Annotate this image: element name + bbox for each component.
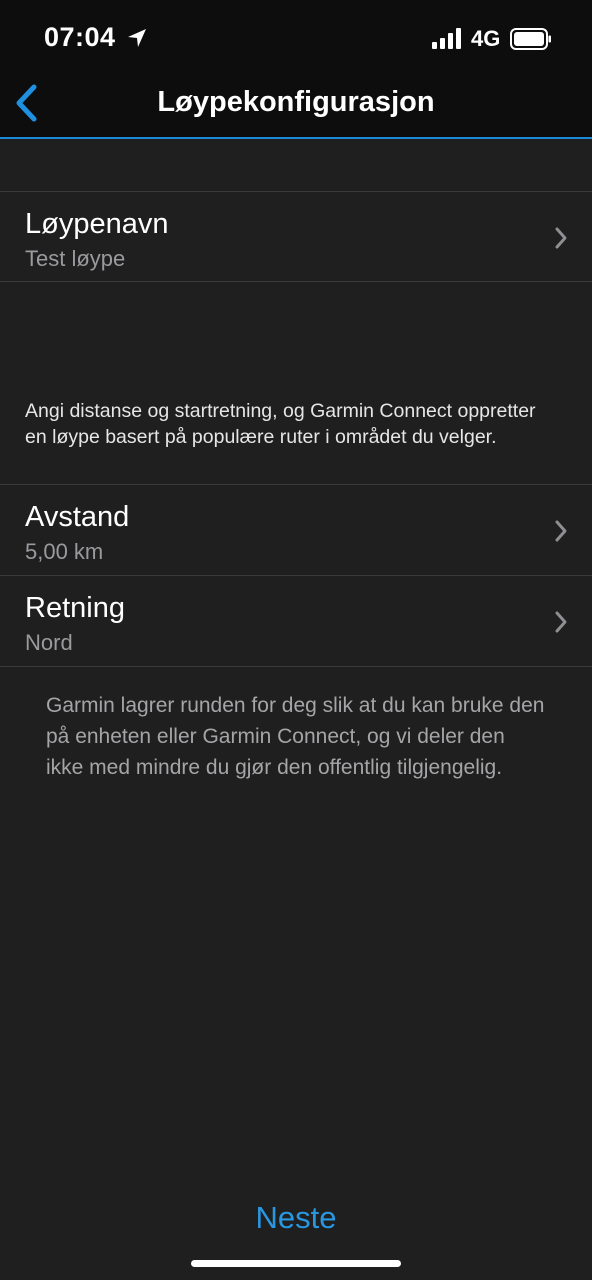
- chevron-right-icon: [555, 611, 567, 633]
- chevron-right-icon: [555, 227, 567, 249]
- location-arrow-icon: [128, 29, 146, 47]
- direction-value: Nord: [25, 630, 73, 655]
- divider: [0, 281, 592, 282]
- course-name-label: Løypenavn: [25, 208, 169, 240]
- privacy-note: Garmin lagrer runden for deg slik at du …: [46, 694, 545, 779]
- signal-bars-icon: [432, 28, 461, 49]
- page-title: Løypekonfigurasjon: [157, 86, 435, 118]
- header-accent-line: [0, 137, 592, 139]
- next-button[interactable]: Neste: [0, 1200, 592, 1236]
- course-description: Angi distanse og startretning, og Garmin…: [25, 400, 536, 448]
- home-indicator[interactable]: [191, 1260, 401, 1267]
- distance-value: 5,00 km: [25, 539, 104, 564]
- divider: [0, 666, 592, 667]
- status-time: 07:04: [44, 22, 116, 52]
- battery-icon: [510, 28, 551, 50]
- course-name-row[interactable]: Løypenavn Test løype: [0, 192, 592, 282]
- distance-label: Avstand: [25, 501, 130, 533]
- course-name-value: Test løype: [25, 246, 126, 271]
- network-type: 4G: [471, 26, 501, 51]
- direction-label: Retning: [25, 592, 125, 624]
- direction-row[interactable]: Retning Nord: [0, 576, 592, 666]
- chevron-right-icon: [555, 520, 567, 542]
- distance-row[interactable]: Avstand 5,00 km: [0, 485, 592, 575]
